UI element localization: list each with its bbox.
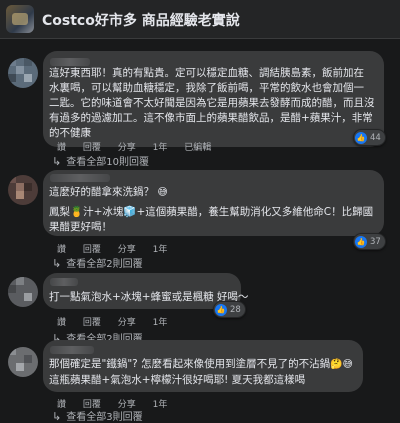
avatar[interactable]	[8, 58, 38, 88]
timestamp[interactable]: 1年	[153, 318, 168, 328]
group-title[interactable]: Costco好市多 商品經驗老實說	[42, 10, 240, 30]
commenter-name[interactable]	[50, 278, 78, 286]
comment-actions: 讚 回覆 分享 1年 已編輯	[57, 140, 225, 153]
like-icon: 👍	[355, 131, 367, 144]
timestamp[interactable]: 1年	[153, 400, 168, 410]
share-button[interactable]: 分享	[118, 318, 136, 328]
timestamp[interactable]: 1年	[153, 245, 168, 255]
view-replies-link[interactable]: ↳ 查看全部10則回覆	[52, 153, 149, 168]
edited-label: 已編輯	[184, 143, 212, 153]
comment-actions: 讚 回覆 分享 1年	[57, 242, 181, 255]
reaction-count[interactable]: 👍 37	[353, 233, 386, 250]
like-icon: 👍	[215, 303, 227, 316]
reply-button[interactable]: 回覆	[83, 318, 101, 328]
view-replies-link[interactable]: ↳查看全部2則回覆	[52, 255, 143, 270]
comment-actions: 讚 回覆 分享 1年	[57, 315, 181, 328]
commenter-name[interactable]	[50, 174, 110, 182]
commenter-name[interactable]	[50, 58, 90, 66]
avatar[interactable]	[8, 277, 38, 307]
comment-line: 這瓶蘋果醋+氣泡水+檸檬汁很好喝耶! 夏天我都這樣喝	[49, 374, 306, 386]
reply-arrow-icon: ↳	[52, 155, 62, 168]
grin-sweat-emoji: 😅	[157, 187, 168, 198]
comment-line: 有過多的過濾加工。這不像市面上的蘋果醋飲品，是醋+蘋果汁，非常	[49, 112, 373, 124]
share-button[interactable]: 分享	[118, 143, 136, 153]
grin-sweat-emoji: 😅	[342, 359, 353, 370]
comment-line: 那個確定是"鐵鍋"? 怎麼看起來像使用到塗層不見了的不沾鍋🤔😅	[49, 358, 353, 370]
group-header: Costco好市多 商品經驗老實說	[0, 0, 400, 39]
share-button[interactable]: 分享	[118, 245, 136, 255]
comment-line: 的不健康	[49, 127, 91, 139]
reply-button[interactable]: 回覆	[83, 143, 101, 153]
comment-line: 水裏喝，可以幫助血糖穩定，我除了飯前喝，平常的飲水也會加個一	[49, 82, 364, 94]
like-button[interactable]: 讚	[57, 318, 66, 328]
reaction-count[interactable]: 👍 44	[353, 129, 386, 146]
view-replies-link[interactable]: ↳ 查看全部3則回覆	[52, 408, 143, 423]
comment-line: 二匙。它的味道會不太好聞是因為它是用蘋果去發酵而成的醋，而且沒	[49, 97, 375, 109]
comment-line: 鳳梨🍍汁+冰塊🧊+這個蘋果醋，養生幫助消化又多維他命C！比歸國	[49, 206, 374, 218]
like-icon: 👍	[355, 235, 367, 248]
group-avatar[interactable]	[6, 5, 34, 33]
like-button[interactable]: 讚	[57, 143, 66, 153]
comment-line: 這好東西耶！真的有點貴。定可以穩定血糖、調結胰島素，飯前加在	[49, 67, 364, 79]
thinking-emoji: 🤔	[330, 359, 343, 370]
reaction-count[interactable]: 👍 28	[213, 301, 246, 318]
timestamp[interactable]: 1年	[153, 143, 168, 153]
commenter-name[interactable]	[50, 346, 94, 354]
like-button[interactable]: 讚	[57, 245, 66, 255]
avatar[interactable]	[8, 175, 38, 205]
comment-line: 這麼好的醋拿來洗鍋？ 😅	[49, 186, 168, 198]
reply-button[interactable]: 回覆	[83, 245, 101, 255]
reply-arrow-icon: ↳	[52, 257, 62, 270]
reply-arrow-icon: ↳	[52, 410, 62, 423]
comment-line: 果醋更好喝！	[49, 221, 112, 233]
avatar[interactable]	[8, 347, 38, 377]
